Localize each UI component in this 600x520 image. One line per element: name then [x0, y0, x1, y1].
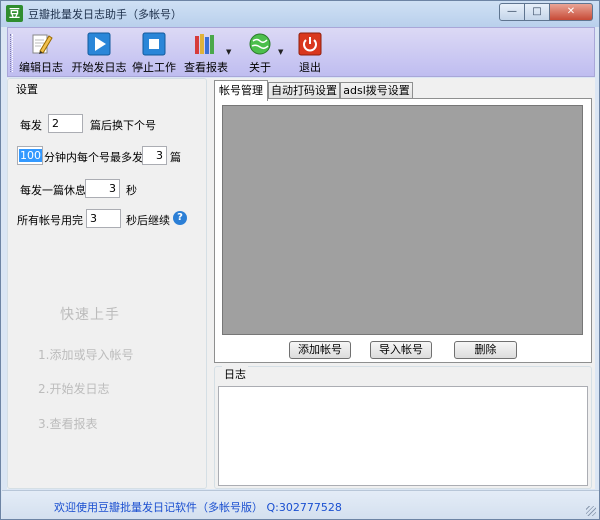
quick-start-title: 快速上手	[60, 307, 120, 323]
view-report-label: 查看报表	[184, 61, 228, 74]
resize-grip[interactable]	[586, 506, 596, 516]
books-report-icon	[195, 34, 214, 54]
start-posting-label: 开始发日志	[71, 61, 127, 74]
minutes-window-value: 100	[19, 149, 42, 162]
client-area: 设置 每发 2 篇后换下个号 100 分钟内每个号最多发 3 篇 每发一篇休息 …	[7, 78, 595, 489]
start-posting-button[interactable]: 开始发日志	[70, 28, 128, 76]
edit-log-button[interactable]: 编辑日志	[16, 28, 66, 76]
add-account-button[interactable]: 添加帐号	[289, 341, 351, 359]
edit-log-label: 编辑日志	[19, 61, 63, 74]
max-posts-suffix: 篇	[170, 151, 181, 164]
delete-account-button[interactable]: 删除	[454, 341, 517, 359]
status-text: 欢迎使用豆瓣批量发日记软件（多帐号版） Q:302777528	[54, 501, 342, 514]
import-accounts-button[interactable]: 导入帐号	[370, 341, 432, 359]
max-posts-label: 分钟内每个号最多发	[44, 151, 143, 164]
help-icon[interactable]: ?	[173, 211, 187, 225]
log-legend: 日志	[222, 366, 248, 382]
close-button[interactable]: ✕	[550, 3, 593, 21]
exit-button[interactable]: 退出	[290, 28, 330, 76]
window-title: 豆瓣批量发日志助手（多帐号）	[28, 8, 182, 21]
resume-delay-input[interactable]: 3	[86, 209, 121, 228]
app-logo-icon: 豆	[6, 5, 23, 22]
status-bar: 欢迎使用豆瓣批量发日记软件（多帐号版） Q:302777528	[2, 490, 599, 519]
log-textarea[interactable]	[218, 386, 588, 486]
rest-interval-prefix: 每发一篇休息	[20, 184, 86, 197]
app-window: 豆 豆瓣批量发日志助手（多帐号） — □ ✕ 编辑日志 开始发日志 停止工作 查…	[0, 0, 600, 520]
rest-interval-input[interactable]: 3	[85, 179, 120, 198]
window-controls: — □ ✕	[499, 3, 593, 21]
maximize-button[interactable]: □	[525, 3, 550, 21]
account-tab-panel: 添加帐号 导入帐号 删除	[214, 98, 592, 363]
globe-about-icon	[249, 33, 271, 55]
toolbar-grip[interactable]	[10, 34, 13, 72]
view-report-button[interactable]: 查看报表	[182, 28, 230, 76]
quick-start-step-1[interactable]: 1.添加或导入帐号	[38, 346, 133, 363]
resume-delay-prefix: 所有帐号用完	[17, 214, 83, 227]
max-posts-input[interactable]: 3	[142, 146, 167, 165]
exit-label: 退出	[299, 61, 321, 74]
posts-per-account-prefix: 每发	[20, 119, 42, 132]
toolbar: 编辑日志 开始发日志 停止工作 查看报表 ▼ 关于 ▼ 退出	[7, 27, 595, 77]
stop-icon	[142, 32, 166, 56]
minutes-window-input[interactable]: 100	[17, 146, 43, 165]
edit-pencil-icon	[32, 34, 53, 54]
quick-start-step-3[interactable]: 3.查看报表	[38, 415, 97, 432]
play-icon	[87, 32, 111, 56]
resume-delay-suffix: 秒后继续	[126, 214, 170, 227]
quick-start-step-2[interactable]: 2.开始发日志	[38, 380, 109, 397]
tab-account-management[interactable]: 帐号管理	[214, 80, 268, 101]
rest-interval-suffix: 秒	[126, 184, 137, 197]
settings-group: 设置 每发 2 篇后换下个号 100 分钟内每个号最多发 3 篇 每发一篇休息 …	[7, 78, 207, 489]
power-exit-icon	[298, 32, 322, 56]
about-dropdown-arrow-icon[interactable]: ▼	[278, 48, 283, 56]
about-label: 关于	[249, 61, 271, 74]
stop-work-label: 停止工作	[132, 61, 176, 74]
stop-work-button[interactable]: 停止工作	[130, 28, 178, 76]
about-button[interactable]: 关于	[238, 28, 282, 76]
account-list[interactable]	[222, 105, 583, 335]
report-dropdown-arrow-icon[interactable]: ▼	[226, 48, 231, 56]
settings-legend: 设置	[14, 81, 40, 97]
posts-per-account-suffix: 篇后换下个号	[90, 119, 156, 132]
title-bar[interactable]: 豆 豆瓣批量发日志助手（多帐号） — □ ✕	[1, 1, 599, 27]
log-group: 日志	[214, 366, 592, 489]
posts-per-account-input[interactable]: 2	[48, 114, 83, 133]
minimize-button[interactable]: —	[499, 3, 525, 21]
